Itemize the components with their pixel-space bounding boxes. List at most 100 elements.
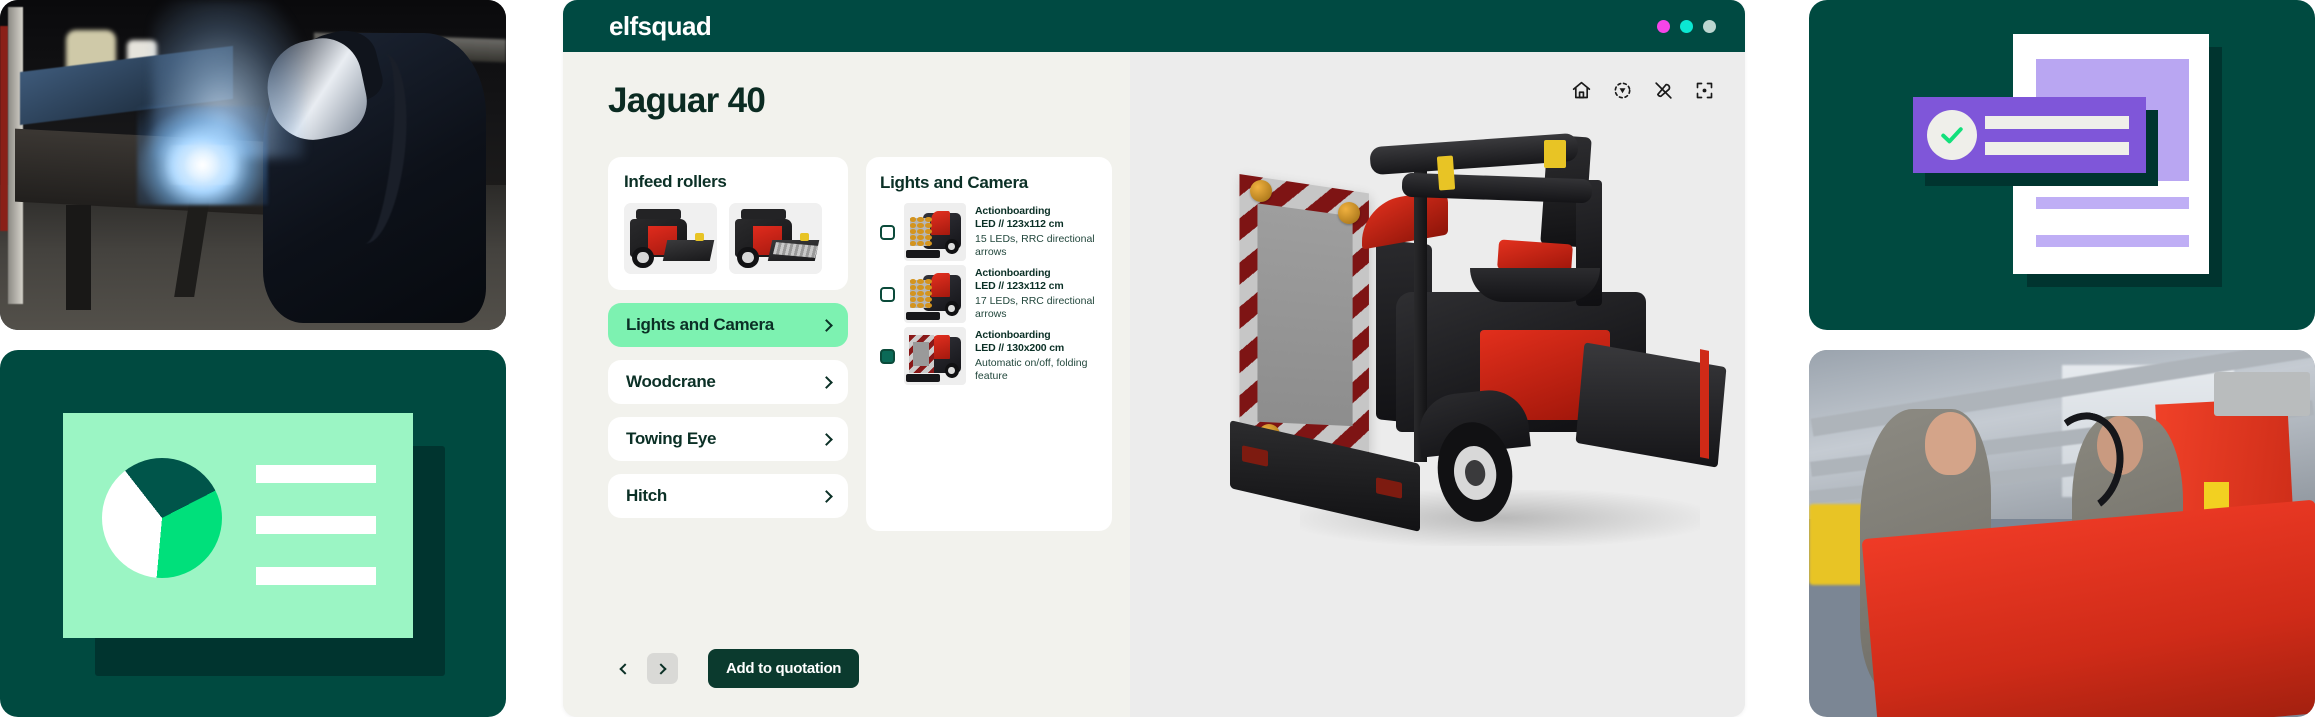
led-dot: [909, 241, 917, 247]
led-dot: [924, 303, 932, 309]
led-dot: [909, 222, 917, 228]
infeed-rollers-title: Infeed rollers: [624, 172, 727, 191]
chevron-left-icon: [619, 662, 631, 675]
approval-line: [1985, 142, 2129, 155]
jaguar-40-3d-model[interactable]: [1180, 92, 1727, 612]
option-description: Automatic on/off, folding feature: [975, 356, 1088, 382]
legend-bar: [256, 516, 376, 534]
option-checkbox[interactable]: [880, 286, 895, 302]
chevron-right-icon: [820, 375, 833, 389]
sidebar-item-lights-and-camera[interactable]: Lights and Camera: [608, 303, 848, 347]
check-icon: [1941, 127, 1963, 144]
led-dot: [909, 216, 917, 222]
option-name: Actionboarding: [975, 205, 1051, 218]
configurator-app-window: elfsquad Jaguar 40 Infeed rollers Lights…: [563, 0, 1745, 717]
sidebar-item-towing-eye[interactable]: Towing Eye: [608, 417, 848, 461]
option-checkbox[interactable]: [880, 224, 895, 240]
infeed-thumbnail-1[interactable]: [624, 203, 717, 274]
led-grid: [909, 216, 933, 247]
chevron-right-icon: [655, 662, 667, 675]
left-decoration-column: [0, 0, 506, 717]
photo-gearbox: [2213, 372, 2310, 417]
add-to-quotation-button[interactable]: Add to quotation: [708, 649, 860, 688]
app-body: Jaguar 40 Infeed rollers Lights and Came…: [563, 52, 1745, 717]
infeed-thumbnail-2[interactable]: [729, 203, 822, 274]
led-dot: [909, 228, 917, 234]
machine-thumb-art: [729, 203, 822, 274]
led-dot: [924, 284, 932, 290]
category-list: Infeed rollers Lights and Camera Woodcra…: [608, 157, 848, 531]
actionboarding-face: [1257, 203, 1353, 427]
option-row[interactable]: Actionboarding LED // 123x112 cm 17 LEDs…: [880, 265, 1098, 323]
detail-card-title: Lights and Camera: [880, 173, 1028, 192]
machine-wheel: [944, 238, 959, 255]
sidebar-item-label: Woodcrane: [626, 372, 716, 391]
right-decoration-column: [1809, 0, 2315, 717]
sidebar-item-label: Towing Eye: [626, 429, 717, 448]
chevron-right-icon: [820, 318, 833, 332]
machine-wheel: [632, 247, 654, 269]
window-dot-cyan[interactable]: [1680, 19, 1693, 33]
pie-chart-illustration: [0, 350, 506, 717]
led-dot: [909, 290, 917, 296]
sidebar-item-hitch[interactable]: Hitch: [608, 474, 848, 518]
footer-controls: Add to quotation: [608, 649, 860, 688]
mechanics-photo: [1809, 350, 2315, 717]
sidebar-item-woodcrane[interactable]: Woodcrane: [608, 360, 848, 404]
photo-bench-leg: [65, 204, 92, 311]
machine-red-chute: [931, 335, 950, 360]
next-step-button[interactable]: [647, 653, 678, 684]
chevron-right-icon: [820, 432, 833, 446]
crane-yellow-part: [1436, 155, 1456, 191]
led-dot: [917, 303, 924, 309]
machine-wheel: [944, 300, 959, 317]
option-row[interactable]: Actionboarding LED // 123x112 cm 15 LEDs…: [880, 203, 1098, 261]
option-thumbnail[interactable]: [904, 327, 966, 385]
hopper-red-edge: [1700, 349, 1709, 459]
document-line: [2036, 197, 2189, 209]
welder-photo: [0, 0, 506, 330]
chevron-board: [908, 335, 934, 374]
machine-wheel: [944, 362, 959, 379]
machine-wheel: [737, 247, 759, 269]
photo-mechanic-head: [1925, 412, 1976, 475]
option-text: Actionboarding LED // 123x112 cm 17 LEDs…: [975, 267, 1098, 321]
chevron-board-inner: [913, 341, 930, 367]
option-name: Actionboarding: [975, 329, 1051, 342]
led-dot: [909, 296, 917, 302]
sidebar-item-label: Lights and Camera: [626, 315, 774, 334]
brand-logo: elfsquad: [609, 10, 712, 41]
option-thumbnail[interactable]: [904, 265, 966, 323]
option-row[interactable]: Actionboarding LED // 130x200 cm Automat…: [880, 327, 1098, 385]
led-dot: [924, 296, 932, 302]
product-3d-viewer[interactable]: [1130, 52, 1745, 717]
led-dot: [917, 222, 924, 228]
option-thumbnail[interactable]: [904, 203, 966, 261]
led-dot: [924, 278, 932, 284]
option-spec: LED // 123x112 cm: [975, 218, 1064, 231]
options-row: Infeed rollers Lights and Camera Woodcra…: [608, 157, 1112, 531]
led-dot: [924, 290, 932, 296]
led-dot: [924, 216, 932, 222]
window-dot-magenta[interactable]: [1657, 19, 1670, 33]
led-dot: [917, 234, 924, 240]
option-checkbox[interactable]: [880, 348, 895, 364]
approval-line: [1985, 116, 2129, 129]
window-dot-grey[interactable]: [1703, 19, 1716, 33]
machine-bumper: [906, 250, 940, 258]
sidebar-item-label: Hitch: [626, 486, 668, 505]
infeed-thumbnail-row: [624, 203, 832, 274]
configuration-pane: Jaguar 40 Infeed rollers Lights and Came…: [563, 52, 1130, 717]
option-text: Actionboarding LED // 130x200 cm Automat…: [975, 329, 1098, 383]
infeed-rollers-card: Infeed rollers: [608, 157, 848, 290]
chart-card: [63, 413, 413, 638]
check-circle: [1927, 110, 1977, 160]
previous-step-button[interactable]: [608, 653, 639, 684]
led-dot: [924, 241, 932, 247]
led-dot: [917, 228, 924, 234]
legend-bar: [256, 567, 376, 585]
document-line: [2036, 235, 2189, 247]
app-header: elfsquad: [563, 0, 1745, 52]
led-dot: [917, 241, 924, 247]
pie-chart: [102, 458, 222, 578]
